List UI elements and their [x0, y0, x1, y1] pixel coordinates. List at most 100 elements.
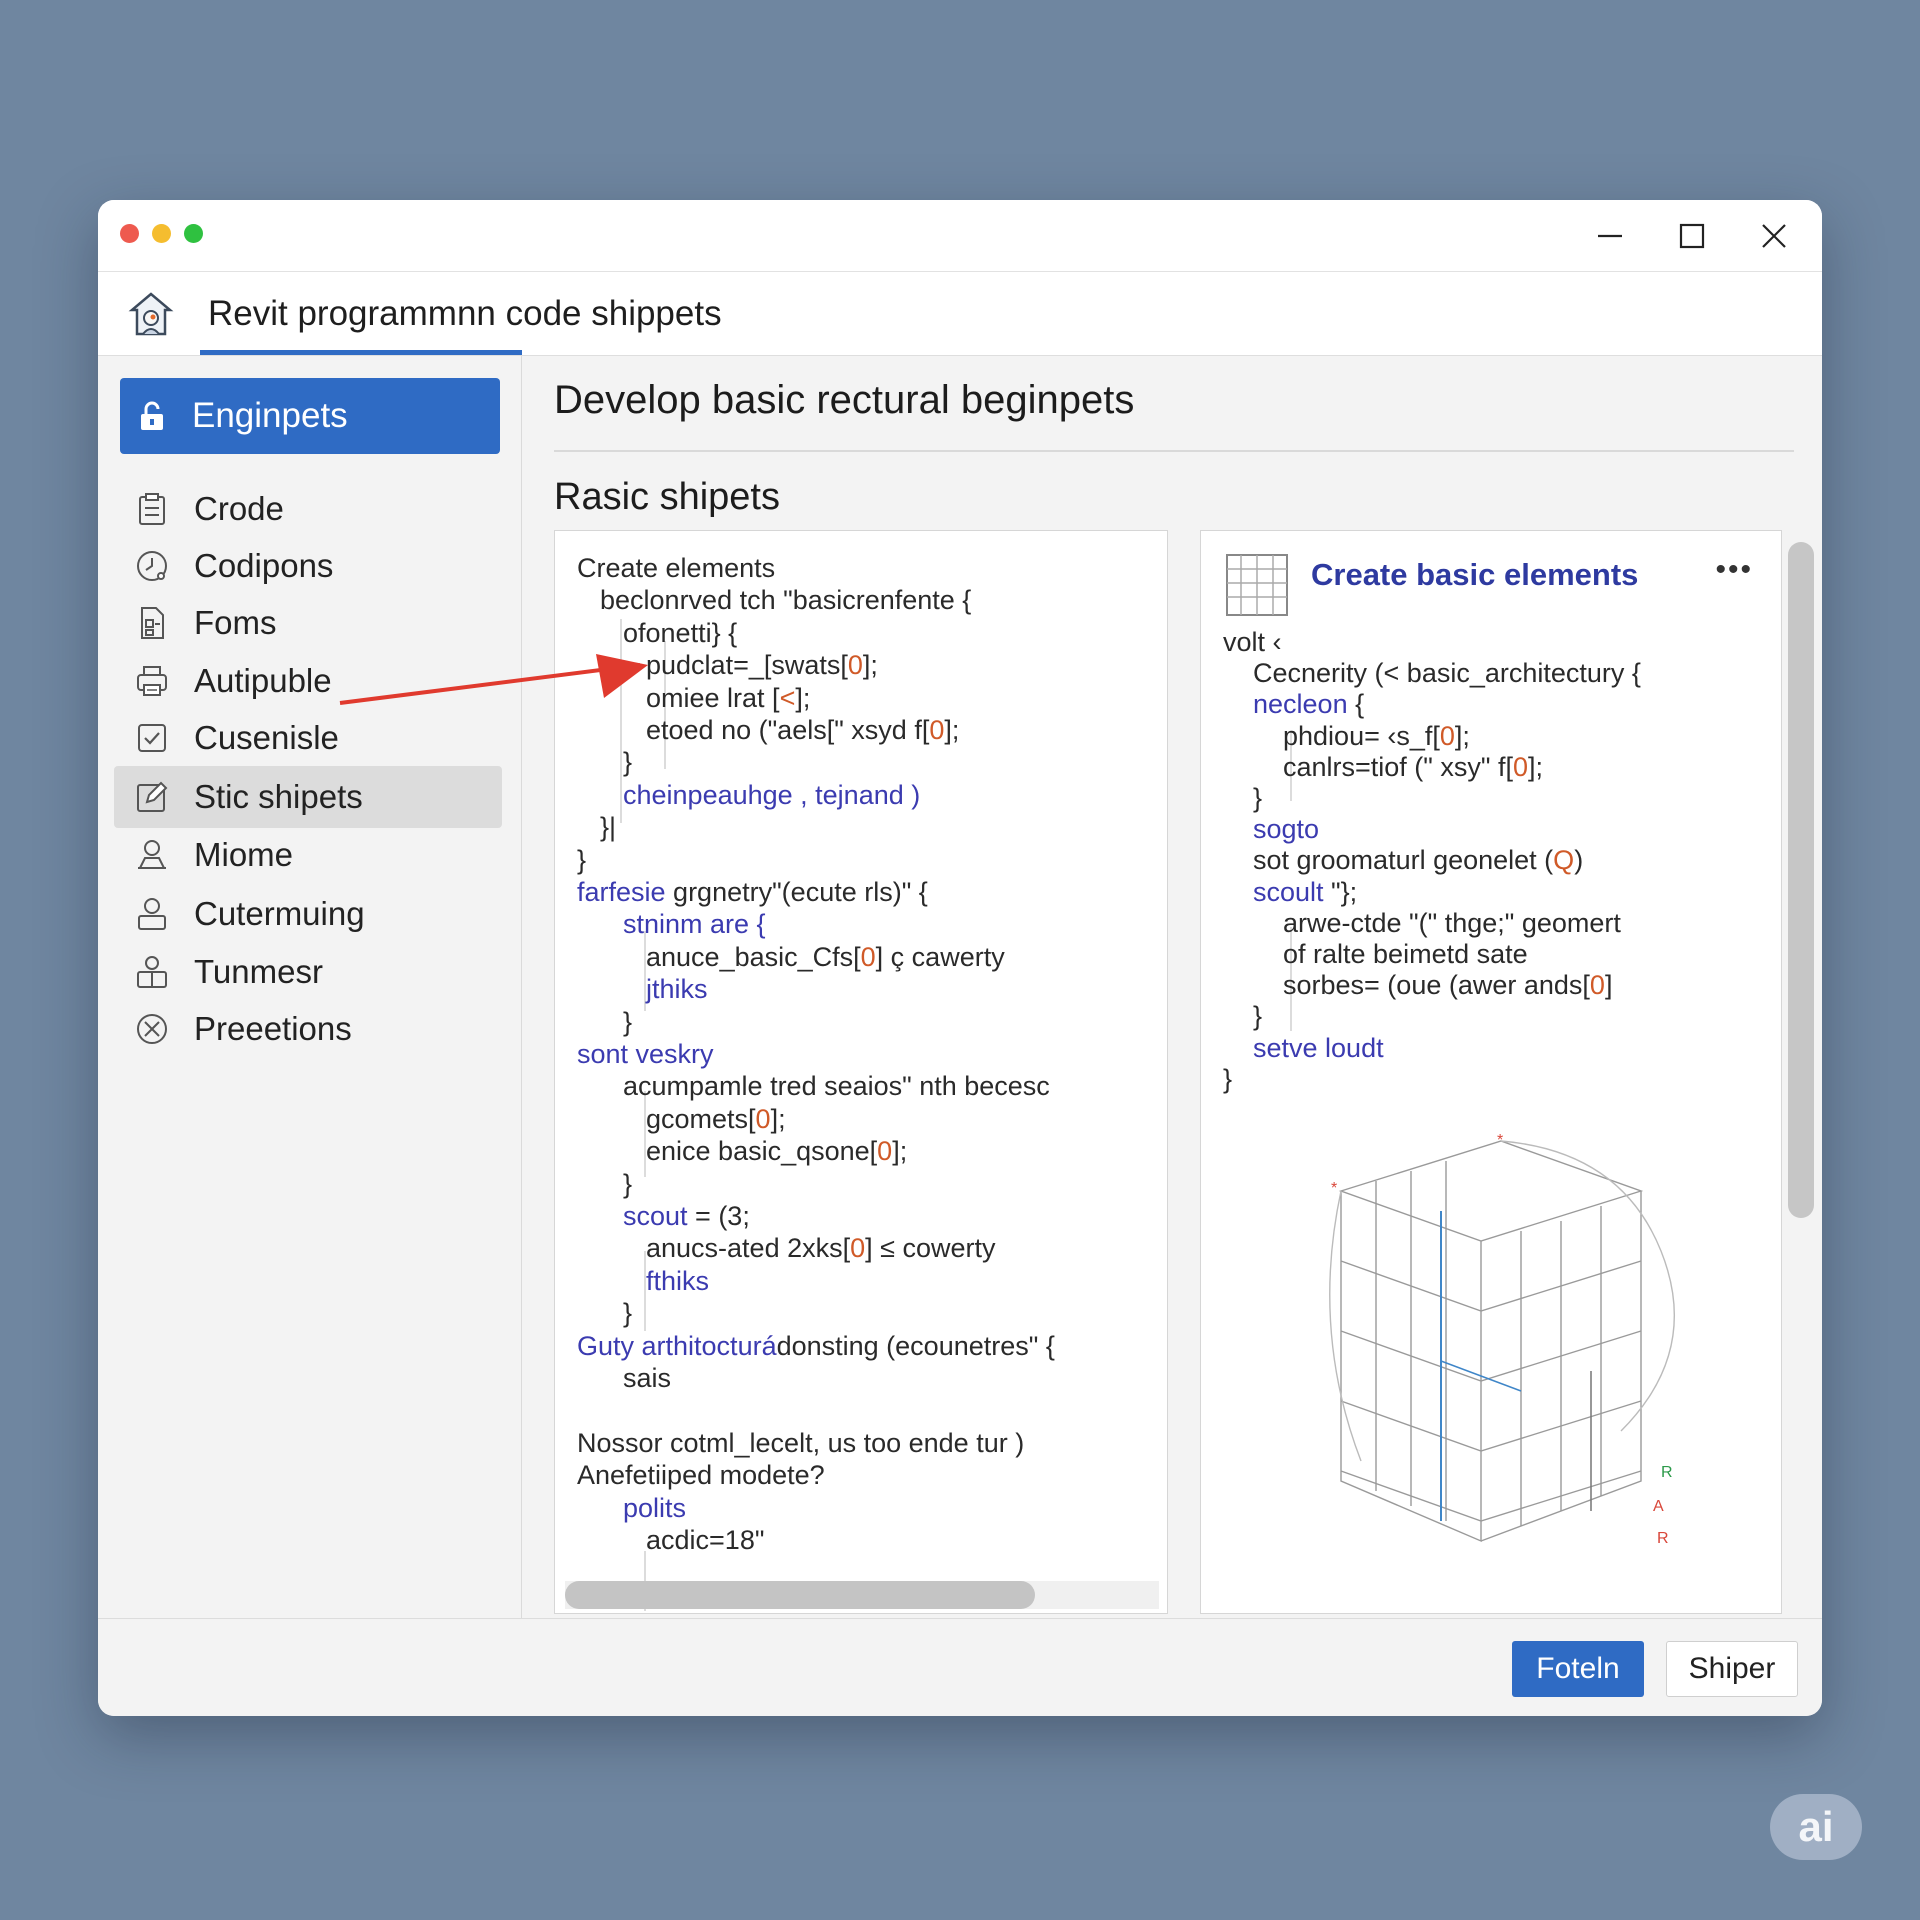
code-number: <	[779, 682, 796, 713]
code-line: }	[1253, 1001, 1262, 1032]
code-text: Guty arthitocturádonsting (ecounetres" {	[577, 1330, 1055, 1361]
code-line: jthiks	[646, 974, 708, 1005]
sidebar-item-cusenisle[interactable]: Cusenisle	[114, 707, 502, 769]
code-line: sogto	[1253, 814, 1319, 845]
code-number: 0	[877, 1136, 893, 1167]
svg-text:R: R	[1657, 1530, 1669, 1547]
code-tail: ];	[795, 682, 811, 713]
svg-text:*: *	[1497, 1132, 1503, 1149]
code-line: }	[577, 845, 586, 876]
sidebar-item-foms[interactable]: Foms	[114, 592, 502, 654]
sidebar-item-preeetions[interactable]: Preeetions	[114, 998, 502, 1060]
code-line: ofonetti} {	[623, 618, 737, 649]
code-line: }	[623, 1298, 632, 1329]
code-text: }	[623, 1298, 633, 1329]
app-header: Revit programmnn code shippets	[98, 272, 1822, 356]
code-line: stninm are {	[623, 909, 766, 940]
clock-icon	[134, 548, 170, 584]
code-text: }	[623, 1006, 633, 1037]
code-text: anucs-ated 2xks[	[646, 1233, 851, 1264]
code-number: 0	[1589, 970, 1605, 1001]
code-text: beclonrved tch "basicrenfente {	[600, 585, 972, 616]
user-icon	[134, 896, 170, 932]
app-window: Revit programmnn code shippets Enginpets…	[98, 200, 1822, 1716]
page-title: Develop basic rectural beginpets	[554, 378, 1135, 422]
minimize-dot[interactable]	[152, 224, 171, 243]
section-title: Rasic shipets	[554, 476, 780, 518]
code-number: 0	[860, 941, 876, 972]
sidebar-item-label: Stic shipets	[194, 778, 363, 815]
code-text: }	[577, 844, 587, 875]
code-line: Nossor cotml_lecelt, us too ende tur )	[577, 1428, 1024, 1459]
code-line: acumpamle tred seaios" nth becesc	[623, 1071, 1050, 1102]
code-text: gcomets[	[646, 1103, 756, 1134]
sidebar-item-stic-shipets[interactable]: Stic shipets	[114, 766, 502, 828]
sidebar-item-cutermuing[interactable]: Cutermuing	[114, 883, 502, 945]
close-dot[interactable]	[120, 224, 139, 243]
minimize-icon[interactable]	[1590, 216, 1630, 256]
code-line: acdic=18"	[646, 1525, 764, 1556]
code-line: of ralte beimetd sate	[1283, 939, 1528, 970]
checkbox-icon	[134, 720, 170, 756]
dialog-footer: Foteln Shiper	[98, 1618, 1822, 1716]
code-line: anucs-ated 2xks[0] ≤ cowerty	[646, 1233, 996, 1264]
code-tail: ]	[1604, 970, 1613, 1001]
sidebar-item-miome[interactable]: Miome	[114, 824, 502, 886]
clipboard-icon	[134, 491, 170, 527]
primary-button[interactable]: Foteln	[1512, 1641, 1644, 1697]
sidebar-item-label: Autipuble	[194, 662, 332, 699]
watermark-badge: ai	[1770, 1794, 1862, 1860]
code-text: }	[1223, 1063, 1233, 1094]
code-text: pudclat=_[swats[	[646, 650, 848, 681]
sidebar-item-label: Enginpets	[192, 396, 348, 435]
code-text: sont veskry	[577, 1039, 714, 1069]
code-line: omiee lrat [<];	[646, 683, 810, 714]
code-text: enice basic_qsone[	[646, 1136, 878, 1167]
code-number: Q	[1553, 845, 1575, 876]
code-text: volt ‹	[1223, 627, 1282, 657]
code-text: stninm are {	[623, 909, 766, 940]
code-text: Anefetiiped modete?	[577, 1460, 825, 1491]
code-line: }	[623, 1169, 632, 1200]
code-text: acdic=18"	[646, 1525, 765, 1555]
window-controls	[1590, 216, 1794, 256]
code-line: enice basic_qsone[0];	[646, 1136, 907, 1167]
code-number: 0	[755, 1103, 771, 1134]
code-line: polits	[623, 1493, 686, 1524]
sidebar-item-autipuble[interactable]: Autipuble	[114, 650, 502, 712]
code-line: volt ‹	[1223, 627, 1282, 658]
code-tail: ];	[770, 1103, 786, 1134]
code-line: cheinpeauhge , tejnand )	[623, 780, 920, 811]
code-number: 0	[1439, 720, 1455, 751]
sidebar-item-tunmesr[interactable]: Tunmesr	[114, 941, 502, 1003]
code-text: etoed no ("aels[" xsyd f[	[646, 715, 930, 745]
maximize-icon[interactable]	[1672, 216, 1712, 256]
code-text: acumpamle tred seaios" nth becesc	[623, 1071, 1050, 1102]
sidebar-item-label: Preeetions	[194, 1010, 352, 1047]
sidebar-item-codipons[interactable]: Codipons	[114, 535, 502, 597]
code-text: sais	[623, 1363, 672, 1393]
code-tail: ];	[1528, 751, 1544, 782]
vertical-scrollbar-thumb[interactable]	[1788, 542, 1814, 1218]
sidebar-item-crode[interactable]: Crode	[114, 478, 502, 540]
zoom-dot[interactable]	[184, 224, 203, 243]
code-number: 0	[929, 715, 945, 745]
code-line: Guty arthitocturádonsting (ecounetres" {	[577, 1331, 1055, 1362]
secondary-button[interactable]: Shiper	[1666, 1641, 1798, 1697]
snippet-card[interactable]: Create basic elements ••• volt ‹ Cecnerit…	[1200, 530, 1782, 1614]
code-line: Anefetiiped modete?	[577, 1460, 825, 1491]
horizontal-scrollbar-thumb[interactable]	[565, 1581, 1035, 1609]
code-text: cheinpeauhge , tejnand )	[623, 779, 921, 810]
code-line: Cecnerity (< basic_architectury {	[1253, 658, 1641, 689]
code-line: anuce_basic_Cfs[0] ç cawerty	[646, 942, 1005, 973]
code-line: farfesie grgnetry"(ecute rls)" {	[577, 877, 928, 908]
code-panel[interactable]: Create elements beclonrved tch "basicrenf…	[554, 530, 1168, 1614]
code-tail: ];	[892, 1136, 908, 1167]
code-text: scoult "};	[1253, 876, 1358, 907]
sidebar-item-enginpets[interactable]: Enginpets	[120, 378, 500, 454]
code-line: beclonrved tch "basicrenfente {	[600, 585, 971, 616]
code-text: sorbes= (oue (awer ands[	[1283, 970, 1590, 1001]
unlock-icon	[134, 398, 170, 434]
code-tail: )	[1574, 845, 1584, 876]
close-icon[interactable]	[1754, 216, 1794, 256]
